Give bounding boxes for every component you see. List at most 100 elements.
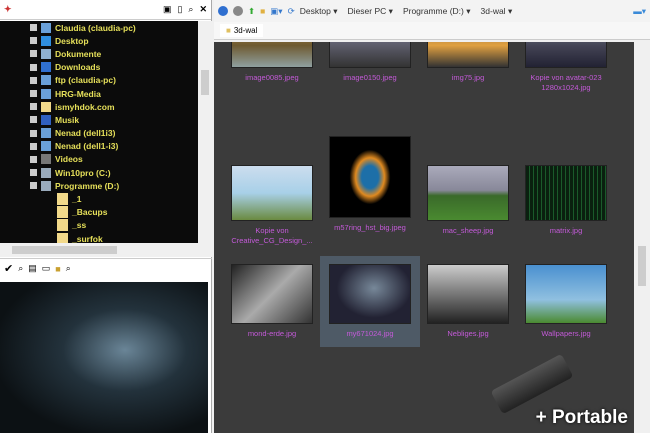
- thumbnail-image: [525, 264, 607, 324]
- desktop-icon: [41, 35, 51, 46]
- tree-item[interactable]: ftp (claudia-pc): [0, 74, 198, 87]
- tree-vertical-scrollbar[interactable]: [198, 21, 212, 243]
- music-icon: [41, 114, 51, 125]
- tree-item[interactable]: Videos: [0, 153, 198, 166]
- file-thumbnail[interactable]: matrix.jpg: [516, 136, 616, 236]
- thumbnail-image: [427, 165, 509, 221]
- drive-icon: [41, 167, 51, 178]
- expand-icon[interactable]: [30, 103, 37, 111]
- tree-hscroll-thumb[interactable]: [12, 246, 117, 254]
- grid-scrollbar[interactable]: [634, 42, 650, 433]
- tree-item[interactable]: Claudia (claudia-pc): [0, 21, 198, 34]
- zoom-icon[interactable]: ⌕: [18, 263, 23, 274]
- file-thumbnail[interactable]: mac_sheep.jpg: [418, 136, 518, 236]
- file-name: image0085.jpeg: [245, 73, 299, 82]
- tree-scroll-thumb[interactable]: [201, 70, 209, 95]
- search-icon[interactable]: ⌕: [188, 4, 193, 15]
- file-name: mond-erde.jpg: [247, 329, 297, 338]
- tree-item[interactable]: Dokumente: [0, 47, 198, 60]
- view-icon[interactable]: ▣▾: [270, 6, 282, 17]
- tree-item[interactable]: Win10pro (C:): [0, 166, 198, 179]
- breadcrumb-label: 3d-wal: [480, 5, 506, 16]
- monitor-icon[interactable]: ▭: [42, 263, 51, 274]
- monitor-icon[interactable]: ▬▾: [633, 6, 646, 17]
- tree-item-label: _surfok: [72, 233, 103, 243]
- expand-icon[interactable]: [30, 37, 37, 45]
- expand-icon[interactable]: [30, 63, 37, 71]
- breadcrumb-item[interactable]: Desktop ▾: [300, 6, 338, 17]
- file-thumbnail[interactable]: Kopie von Creative_CG_Design_...: [222, 136, 322, 246]
- tree-item[interactable]: Desktop: [0, 34, 198, 47]
- image-preview: [0, 282, 208, 433]
- tree-item-label: _ss: [72, 220, 87, 231]
- folder-tree[interactable]: Claudia (claudia-pc) Desktop Dokumente Down…: [0, 21, 198, 243]
- expand-icon[interactable]: [30, 90, 37, 98]
- tree-subitem[interactable]: _Bacups: [0, 206, 198, 219]
- file-thumbnail[interactable]: m57ring_hst_big.jpeg: [320, 136, 420, 233]
- search-icon[interactable]: ⌕: [66, 263, 71, 274]
- new-file-icon[interactable]: ▯: [177, 4, 182, 15]
- calculator-icon[interactable]: ▤: [28, 263, 37, 274]
- folder-icon: [41, 101, 51, 112]
- close-icon[interactable]: ✕: [199, 4, 207, 15]
- chevron-down-icon[interactable]: ▾: [389, 6, 393, 16]
- file-thumbnail[interactable]: Nebliges.jpg: [418, 264, 518, 339]
- folder-icon[interactable]: ■: [55, 264, 60, 274]
- tree-subitem[interactable]: _1: [0, 192, 198, 206]
- file-thumbnail[interactable]: mond-erde.jpg: [222, 264, 322, 339]
- grid-scroll-thumb[interactable]: [638, 246, 646, 286]
- tree-subitem[interactable]: _ss: [0, 219, 198, 232]
- save-icon[interactable]: ▣: [163, 4, 172, 15]
- chevron-down-icon[interactable]: ▾: [466, 6, 470, 16]
- breadcrumb-label: Dieser PC: [347, 5, 387, 16]
- expand-icon[interactable]: [30, 182, 37, 190]
- check-icon[interactable]: ✔: [4, 262, 13, 275]
- tab-bar: ■ 3d-wal: [214, 22, 650, 40]
- forward-icon[interactable]: [233, 6, 243, 16]
- drive-icon: [41, 180, 51, 191]
- chevron-down-icon[interactable]: ▾: [508, 6, 512, 16]
- thumbnail-image: [329, 42, 411, 68]
- address-bar: ⬆ ■ ▣▾ ⟳ Desktop ▾ Dieser PC ▾ Programme (…: [214, 0, 650, 22]
- expand-icon[interactable]: [30, 142, 37, 150]
- expand-icon[interactable]: [30, 76, 37, 84]
- thumbnail-image: [231, 42, 313, 68]
- tree-item[interactable]: Programme (D:): [0, 179, 198, 192]
- file-thumbnail[interactable]: my671024.jpg: [320, 256, 420, 347]
- breadcrumb-item[interactable]: Dieser PC ▾: [348, 6, 393, 17]
- expand-icon[interactable]: [30, 129, 37, 137]
- back-icon[interactable]: [218, 6, 228, 16]
- expand-icon[interactable]: [30, 50, 37, 58]
- tab-3d-wal[interactable]: ■ 3d-wal: [220, 24, 264, 37]
- new-folder-icon[interactable]: ■: [260, 6, 265, 16]
- tree-item[interactable]: Nenad (dell1-i3): [0, 140, 198, 153]
- thumbnail-image: [427, 264, 509, 324]
- tree-item[interactable]: Musik: [0, 113, 198, 126]
- expand-icon[interactable]: [30, 24, 37, 32]
- file-thumbnail[interactable]: image0085.jpeg: [222, 42, 322, 83]
- file-name: img75.jpg: [451, 73, 485, 82]
- chevron-down-icon[interactable]: ▾: [333, 6, 337, 16]
- tree-item[interactable]: ismyhdok.com: [0, 100, 198, 113]
- breadcrumb-item[interactable]: 3d-wal ▾: [481, 6, 513, 17]
- file-thumbnail[interactable]: Kopie von avatar-023 1280x1024.jpg: [516, 42, 616, 93]
- breadcrumb-item[interactable]: Programme (D:) ▾: [403, 6, 471, 17]
- file-name: Nebliges.jpg: [447, 329, 489, 338]
- file-thumbnail[interactable]: Wallpapers.jpg: [516, 264, 616, 339]
- file-thumbnail[interactable]: img75.jpg: [418, 42, 518, 83]
- tree-item[interactable]: Downloads: [0, 61, 198, 74]
- tree-item-label: Programme (D:): [55, 180, 120, 191]
- tree-item-label: Videos: [55, 154, 83, 165]
- refresh-icon[interactable]: ⟳: [288, 6, 295, 17]
- tree-item[interactable]: HRG-Media: [0, 87, 198, 100]
- breadcrumb: Desktop ▾ Dieser PC ▾ Programme (D:) ▾ 3d-w…: [300, 6, 513, 17]
- tree-item-label: Win10pro (C:): [55, 167, 111, 178]
- expand-icon[interactable]: [30, 155, 37, 163]
- expand-icon[interactable]: [30, 169, 37, 177]
- tree-subitem[interactable]: _surfok: [0, 232, 198, 243]
- file-thumbnail[interactable]: image0150.jpeg: [320, 42, 420, 83]
- up-icon[interactable]: ⬆: [248, 6, 255, 17]
- expand-icon[interactable]: [30, 116, 37, 124]
- tree-item[interactable]: Nenad (dell1i3): [0, 127, 198, 140]
- thumbnail-image: [427, 42, 509, 68]
